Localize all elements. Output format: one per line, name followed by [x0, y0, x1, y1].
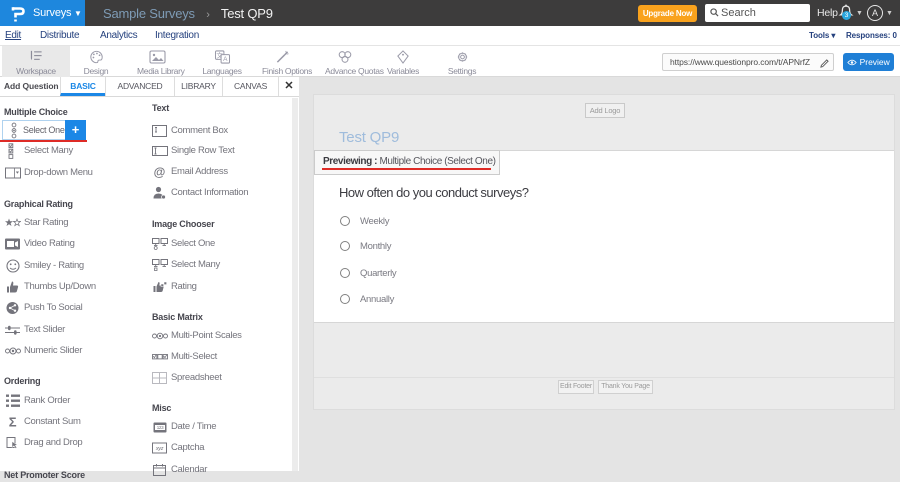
svg-text:xyz: xyz: [155, 446, 164, 452]
svg-text:A: A: [223, 56, 228, 63]
svg-text:123: 123: [156, 425, 163, 430]
